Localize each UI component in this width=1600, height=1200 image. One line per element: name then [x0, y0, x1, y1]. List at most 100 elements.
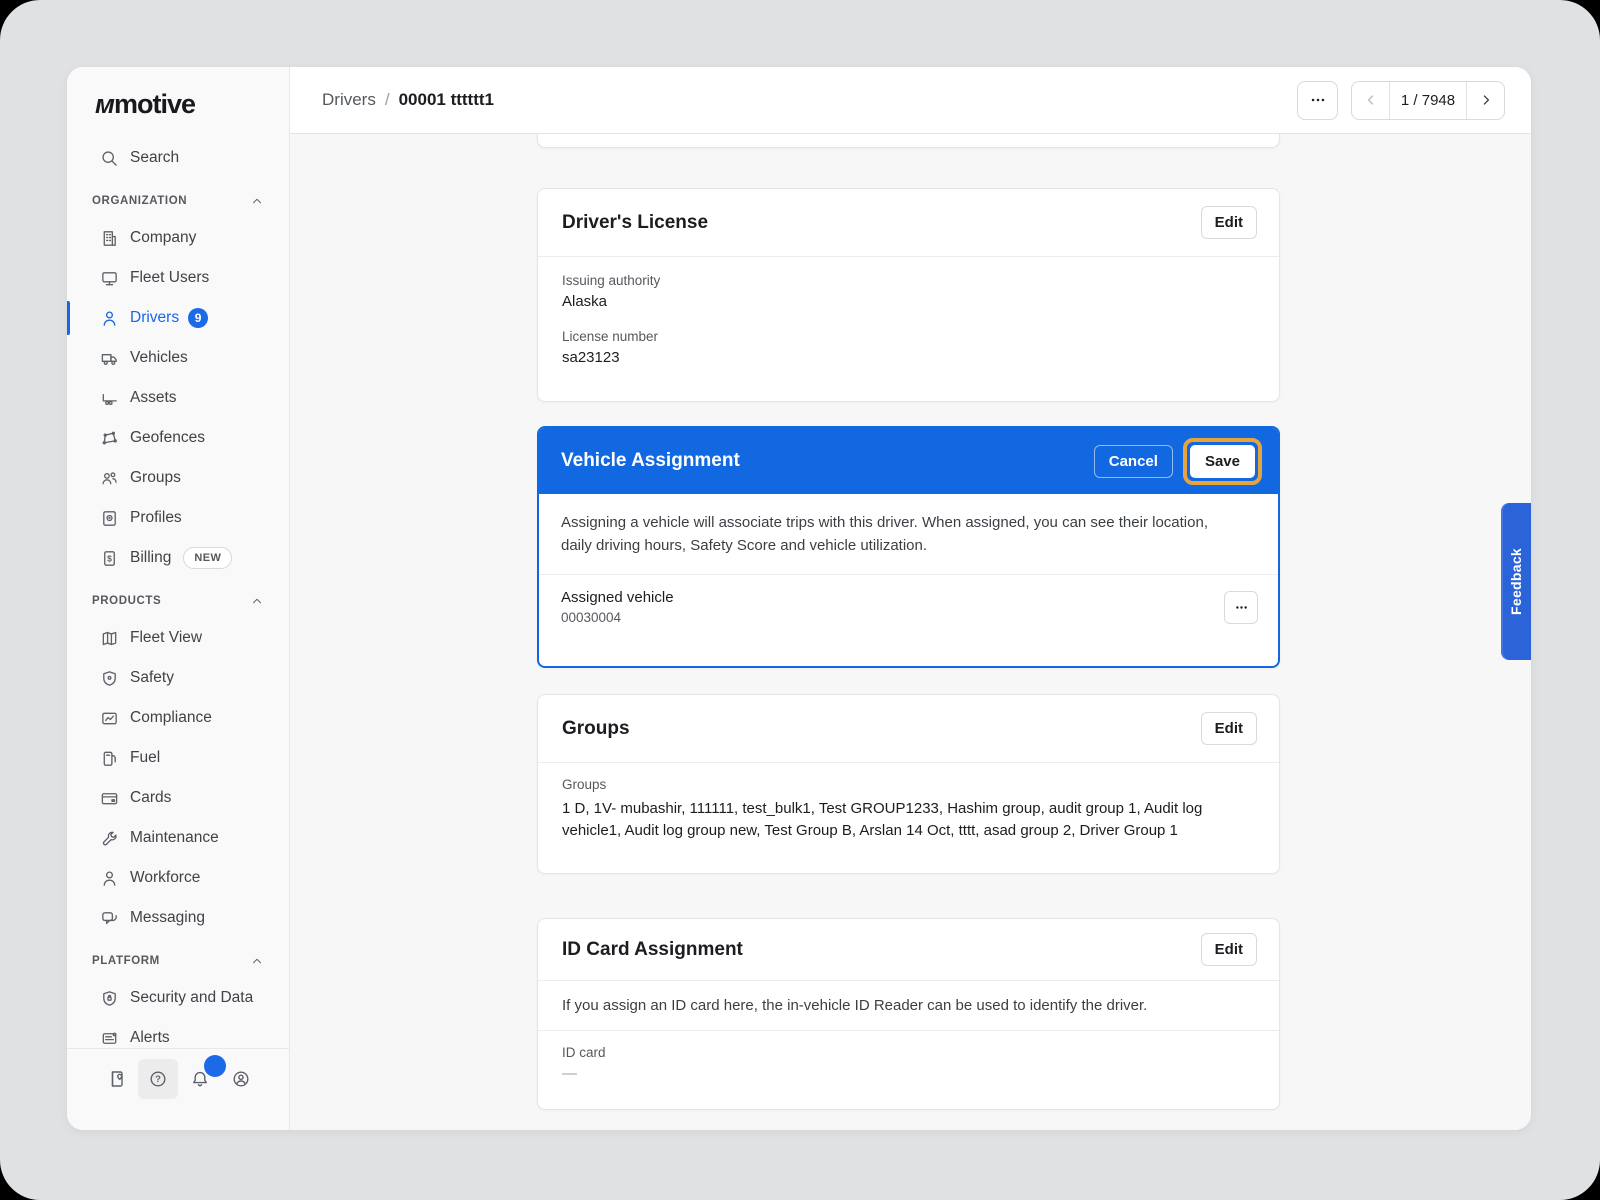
polygon-icon [99, 428, 119, 448]
svg-text:?: ? [155, 1074, 161, 1085]
sidebar-item-company[interactable]: Company [67, 218, 289, 258]
sidebar-item-profiles[interactable]: Profiles [67, 498, 289, 538]
sidebar-item-vehicles[interactable]: Vehicles [67, 338, 289, 378]
sidebar-item-fleet-users[interactable]: Fleet Users [67, 258, 289, 298]
sidebar-item-drivers[interactable]: Drivers 9 [67, 298, 289, 338]
field-label: Assigned vehicle [561, 589, 674, 606]
assigned-vehicle-more-button[interactable] [1224, 591, 1258, 624]
cancel-button[interactable]: Cancel [1094, 445, 1173, 478]
sidebar-item-label: Drivers [130, 309, 179, 327]
sidebar-item-label: Maintenance [130, 829, 219, 847]
help-button[interactable]: ? [138, 1059, 178, 1099]
sidebar-item-label: Billing [130, 549, 171, 567]
breadcrumb-current: 00001 tttttt1 [399, 90, 494, 110]
invoice-icon: $ [99, 548, 119, 568]
shield-lock-icon [99, 988, 119, 1008]
sidebar-item-label: Safety [130, 669, 174, 687]
breadcrumb-drivers-link[interactable]: Drivers [322, 90, 376, 110]
card-title: Driver's License [562, 212, 708, 234]
sidebar-item-label: Workforce [130, 869, 200, 887]
section-label: ORGANIZATION [92, 195, 187, 207]
sidebar-item-label: Groups [130, 469, 181, 487]
drivers-license-card: Driver's License Edit Issuing authority … [537, 188, 1280, 402]
assigned-vehicle-value: 00030004 [561, 610, 674, 625]
sidebar-item-fleet-view[interactable]: Fleet View [67, 618, 289, 658]
main-content: Driver's License Edit Issuing authority … [290, 134, 1531, 1130]
breadcrumb: Drivers / 00001 tttttt1 [322, 90, 494, 110]
sidebar-item-geofences[interactable]: Geofences [67, 418, 289, 458]
top-bar: Drivers / 00001 tttttt1 1 / 7948 [290, 67, 1531, 134]
ellipsis-icon [1234, 600, 1249, 615]
sidebar-item-label: Cards [130, 789, 171, 807]
screen: мmotive Search ORGANIZATION Company Flee… [0, 0, 1600, 1200]
previous-card-edge [537, 134, 1280, 148]
sidebar-item-compliance[interactable]: Compliance [67, 698, 289, 738]
prev-record-button[interactable] [1352, 82, 1390, 119]
sidebar-item-label: Company [130, 229, 196, 247]
next-record-button[interactable] [1466, 82, 1504, 119]
sidebar-item-fuel[interactable]: Fuel [67, 738, 289, 778]
truck-icon [99, 348, 119, 368]
sidebar-item-workforce[interactable]: Workforce [67, 858, 289, 898]
card-title: Groups [562, 718, 630, 740]
feedback-tab[interactable]: Feedback [1501, 503, 1531, 660]
save-button[interactable]: Save [1190, 445, 1255, 478]
sidebar-item-search[interactable]: Search [67, 138, 289, 178]
sidebar-item-label: Vehicles [130, 349, 188, 367]
edit-groups-button[interactable]: Edit [1201, 712, 1257, 745]
vehicle-assignment-description: Assigning a vehicle will associate trips… [539, 494, 1278, 575]
record-pager: 1 / 7948 [1351, 81, 1505, 120]
book-location-icon [107, 1069, 127, 1089]
sidebar-item-safety[interactable]: Safety [67, 658, 289, 698]
sidebar-section-platform[interactable]: PLATFORM [67, 944, 289, 978]
profile-doc-icon [99, 508, 119, 528]
building-icon [99, 228, 119, 248]
drivers-count-badge: 9 [188, 308, 208, 328]
sidebar-item-assets[interactable]: Assets [67, 378, 289, 418]
sidebar-item-label: Geofences [130, 429, 205, 447]
notifications-button[interactable] [180, 1059, 220, 1099]
groups-card: Groups Edit Groups 1 D, 1V- mubashir, 11… [537, 694, 1280, 874]
sidebar: мmotive Search ORGANIZATION Company Flee… [67, 67, 290, 1130]
account-button[interactable] [221, 1059, 261, 1099]
save-button-highlight-ring: Save [1183, 438, 1262, 485]
field-label: Issuing authority [562, 273, 1255, 288]
person-icon [99, 868, 119, 888]
search-icon [99, 148, 119, 168]
ellipsis-icon [1309, 91, 1327, 109]
sidebar-bottom-bar: ? [67, 1048, 289, 1130]
more-actions-button[interactable] [1297, 81, 1338, 120]
fuel-pump-icon [99, 748, 119, 768]
help-icon: ? [148, 1069, 168, 1089]
sidebar-item-groups[interactable]: Groups [67, 458, 289, 498]
edit-drivers-license-button[interactable]: Edit [1201, 206, 1257, 239]
sidebar-item-label: Compliance [130, 709, 212, 727]
sidebar-item-label: Security and Data [130, 989, 253, 1007]
brand-text: motive [114, 89, 195, 119]
shield-icon [99, 668, 119, 688]
feedback-label: Feedback [1508, 548, 1524, 615]
new-badge: NEW [183, 547, 232, 569]
sidebar-section-organization[interactable]: ORGANIZATION [67, 184, 289, 218]
sidebar-item-label: Fuel [130, 749, 160, 767]
sidebar-section-products[interactable]: PRODUCTS [67, 584, 289, 618]
pager-position: 1 / 7948 [1390, 82, 1466, 119]
field-label: Groups [562, 777, 1255, 792]
sidebar-item-label: Alerts [130, 1029, 170, 1047]
sidebar-item-maintenance[interactable]: Maintenance [67, 818, 289, 858]
motive-logo[interactable]: мmotive [67, 67, 289, 120]
sidebar-item-messaging[interactable]: Messaging [67, 898, 289, 938]
sidebar-item-label: Assets [130, 389, 177, 407]
edit-id-card-button[interactable]: Edit [1201, 933, 1257, 966]
chevron-up-icon [247, 191, 267, 211]
resources-button[interactable] [97, 1059, 137, 1099]
sidebar-item-security-and-data[interactable]: Security and Data [67, 978, 289, 1018]
section-label: PRODUCTS [92, 595, 161, 607]
chevron-up-icon [247, 951, 267, 971]
svg-text:$: $ [107, 553, 112, 563]
id-card-assignment-card: ID Card Assignment Edit If you assign an… [537, 918, 1280, 1110]
sidebar-item-cards[interactable]: Cards [67, 778, 289, 818]
sidebar-item-billing[interactable]: $ Billing NEW [67, 538, 289, 578]
sidebar-item-label: Messaging [130, 909, 205, 927]
sidebar-item-label: Profiles [130, 509, 182, 527]
